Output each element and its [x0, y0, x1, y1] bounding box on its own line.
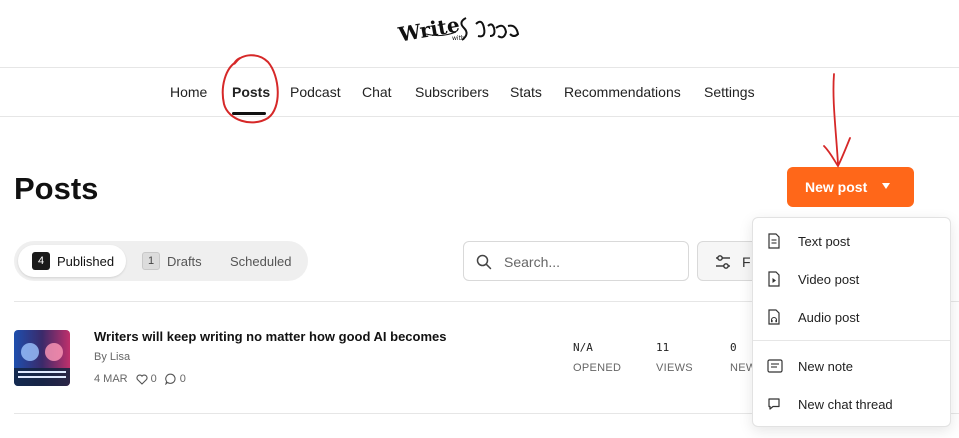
nav-settings[interactable]: Settings [704, 84, 755, 100]
views-label: VIEWS [656, 362, 693, 374]
nav-subscribers[interactable]: Subscribers [415, 84, 489, 100]
menu-new-note[interactable]: New note [753, 351, 950, 381]
new-post-menu: Text post Video post Audio post New note… [752, 217, 951, 427]
menu-video-post-label: Video post [798, 271, 860, 287]
site-logo[interactable]: Write with [396, 4, 532, 47]
document-icon [768, 233, 780, 249]
new-post-button[interactable]: New post [787, 167, 914, 207]
write-with-lisa-logo: Write with [396, 12, 520, 47]
post-meta: 4 MAR 0 0 [94, 373, 186, 385]
audio-file-icon [768, 309, 780, 325]
top-navigation: Home Posts Podcast Chat Subscribers Stat… [0, 67, 959, 117]
nav-posts[interactable]: Posts [232, 84, 270, 100]
search-icon [476, 254, 492, 270]
filter-label: F [742, 254, 751, 270]
caret-down-icon [882, 183, 890, 189]
search-input[interactable] [504, 251, 679, 273]
tab-drafts[interactable]: 1 Drafts [142, 245, 218, 277]
menu-text-post-label: Text post [798, 233, 851, 249]
new-value: 0 [730, 341, 737, 354]
nav-chat[interactable]: Chat [362, 84, 392, 100]
nav-stats[interactable]: Stats [510, 84, 542, 100]
tab-published[interactable]: 4 Published [18, 245, 126, 277]
tab-published-label: Published [57, 253, 115, 269]
opened-label: OPENED [573, 362, 622, 374]
new-post-label: New post [805, 179, 868, 195]
menu-new-chat-thread[interactable]: New chat thread [753, 389, 950, 419]
post-cover-image [14, 330, 70, 386]
tab-drafts-label: Drafts [167, 253, 202, 269]
nav-recommendations[interactable]: Recommendations [564, 84, 681, 100]
views-value: 11 [656, 341, 670, 354]
menu-text-post[interactable]: Text post [753, 226, 950, 256]
menu-new-note-label: New note [798, 358, 853, 374]
video-file-icon [768, 271, 780, 287]
likes-count: 0 [150, 373, 157, 385]
post-date: 4 MAR [94, 373, 128, 385]
comment-icon [164, 373, 176, 385]
menu-new-chat-thread-label: New chat thread [798, 396, 893, 412]
menu-separator [753, 340, 950, 341]
page-title: Posts [14, 171, 99, 206]
post-status-tabs: 4 Published 1 Drafts Scheduled [14, 241, 308, 281]
tab-scheduled-label: Scheduled [230, 253, 292, 269]
post-author: By Lisa [94, 351, 131, 363]
post-thumbnail[interactable] [14, 330, 70, 386]
menu-audio-post[interactable]: Audio post [753, 302, 950, 332]
nav-home[interactable]: Home [170, 84, 207, 100]
sliders-icon [716, 255, 730, 269]
published-count-badge: 4 [32, 252, 50, 270]
note-icon [767, 359, 783, 373]
comments-group: 0 [164, 373, 186, 385]
search-box [463, 241, 689, 281]
opened-value: N/A [573, 341, 593, 354]
likes-group: 0 [136, 373, 157, 385]
drafts-count-badge: 1 [142, 252, 160, 270]
comments-count: 0 [179, 373, 186, 385]
heart-icon [136, 374, 148, 385]
tab-scheduled[interactable]: Scheduled [230, 245, 306, 277]
menu-audio-post-label: Audio post [798, 309, 860, 325]
menu-video-post[interactable]: Video post [753, 264, 950, 294]
chat-bubble-icon [768, 398, 780, 410]
active-tab-indicator [232, 112, 266, 115]
post-title[interactable]: Writers will keep writing no matter how … [94, 329, 447, 344]
nav-podcast[interactable]: Podcast [290, 84, 341, 100]
